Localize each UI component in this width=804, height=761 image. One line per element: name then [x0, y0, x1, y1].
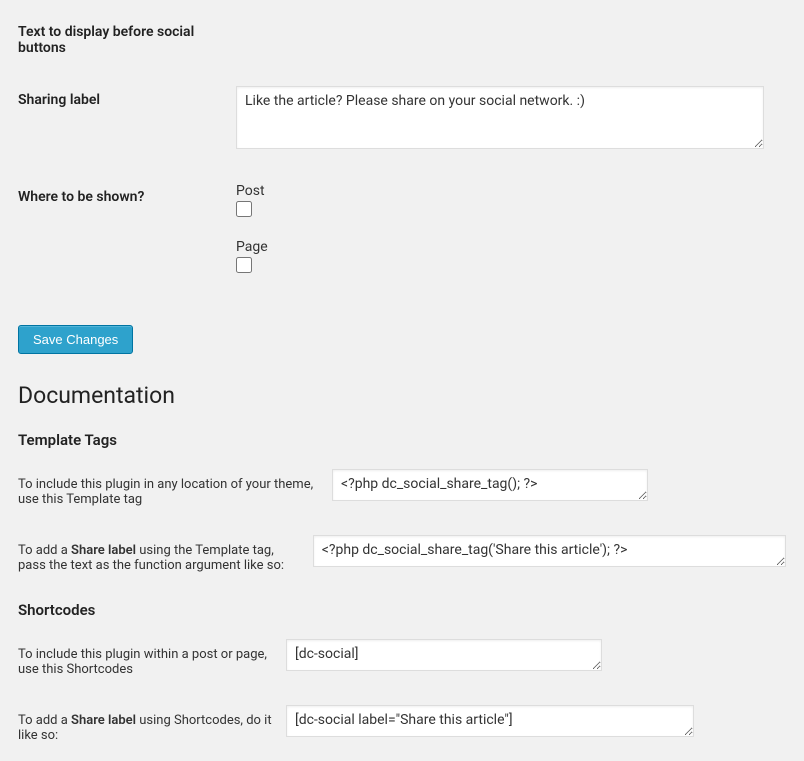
shortcode-desc-1: To include this plugin within a post or …	[18, 639, 286, 677]
template-code-1[interactable]	[332, 469, 648, 501]
sharing-label-row: Sharing label	[18, 86, 786, 153]
where-shown-label: Where to be shown?	[18, 183, 236, 205]
shortcode-desc-2-prefix: To add a	[18, 713, 71, 728]
shortcodes-title: Shortcodes	[18, 601, 786, 619]
sharing-control	[236, 86, 786, 153]
shortcode-desc-2-bold: Share label	[71, 713, 136, 728]
post-group: Post	[236, 183, 786, 221]
template-desc-1: To include this plugin in any location o…	[18, 469, 332, 507]
shortcode-code-2[interactable]	[286, 705, 694, 737]
where-shown-control: Post Page	[236, 183, 786, 295]
page-label: Page	[236, 239, 786, 255]
template-tags-title: Template Tags	[18, 431, 786, 449]
save-button[interactable]: Save Changes	[18, 325, 133, 354]
template-doc-1: To include this plugin in any location o…	[18, 469, 786, 507]
text-before-row: Text to display before social buttons	[18, 18, 786, 56]
post-checkbox[interactable]	[236, 201, 252, 217]
documentation-title: Documentation	[18, 382, 786, 409]
template-desc-2-bold: Share label	[71, 543, 136, 558]
page-checkbox[interactable]	[236, 257, 252, 273]
template-code-2[interactable]	[313, 535, 786, 567]
page-group: Page	[236, 239, 786, 277]
template-desc-2-prefix: To add a	[18, 543, 71, 558]
sharing-label: Sharing label	[18, 86, 236, 108]
sharing-textarea[interactable]	[236, 86, 764, 149]
where-shown-row: Where to be shown? Post Page	[18, 183, 786, 295]
shortcode-doc-1: To include this plugin within a post or …	[18, 639, 786, 677]
shortcode-desc-2: To add a Share label using Shortcodes, d…	[18, 705, 286, 743]
shortcode-doc-2: To add a Share label using Shortcodes, d…	[18, 705, 786, 743]
text-before-label: Text to display before social buttons	[18, 18, 236, 56]
template-desc-2: To add a Share label using the Template …	[18, 535, 313, 573]
shortcode-code-1[interactable]	[286, 639, 602, 671]
template-doc-2: To add a Share label using the Template …	[18, 535, 786, 573]
post-label: Post	[236, 183, 786, 199]
